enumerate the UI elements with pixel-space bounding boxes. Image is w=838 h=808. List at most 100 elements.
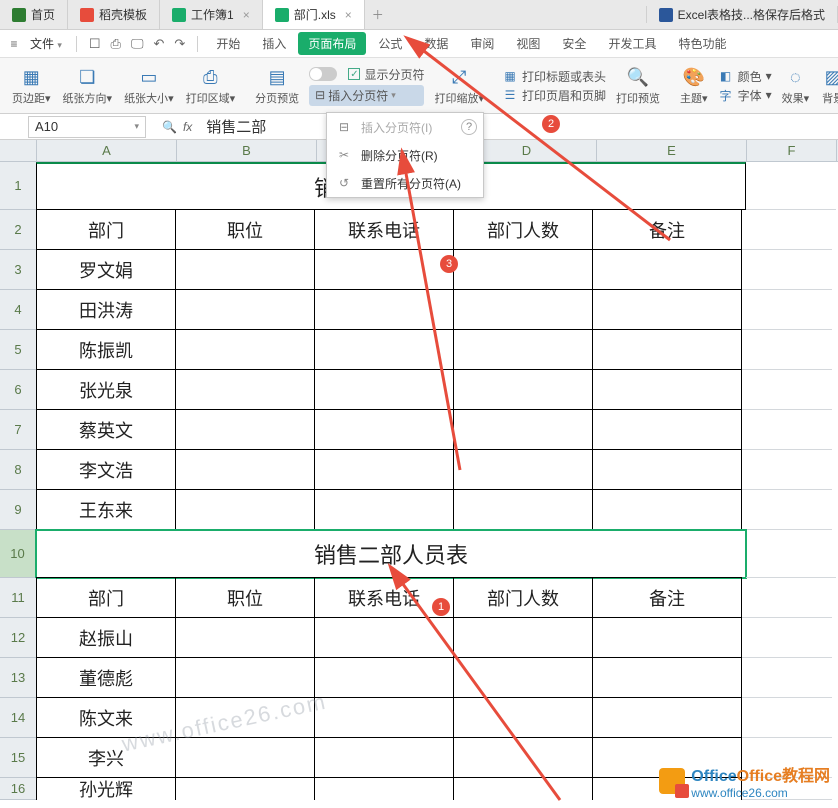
fx-icon[interactable]: fx <box>183 120 192 134</box>
sheet-icon <box>275 8 289 22</box>
btn-theme-color[interactable]: ◧颜色▾ <box>718 68 772 85</box>
btn-theme-font[interactable]: 字字体▾ <box>718 87 772 104</box>
bg-icon: ▨ <box>821 66 838 90</box>
app-menu-icon[interactable]: ≡ <box>6 37 22 51</box>
printpreview-icon: 🔍 <box>626 66 650 90</box>
zoom-icon[interactable]: 🔍 <box>162 120 177 134</box>
margins-icon: ▦ <box>19 66 43 90</box>
row-header[interactable]: 8 <box>0 450 37 490</box>
close-icon[interactable]: × <box>345 8 352 22</box>
dd-delete-break[interactable]: ✂删除分页符(R) <box>327 141 483 169</box>
btn-effects[interactable]: ◌效果▾ <box>776 66 816 106</box>
scale-icon: ⤢ <box>447 66 471 90</box>
qa-save-icon[interactable]: ☐ <box>85 36 105 52</box>
tab-bumen-xls[interactable]: 部门.xls × <box>263 0 365 29</box>
cell-title2[interactable]: 销售二部人员表 <box>36 530 746 578</box>
btn-margins[interactable]: ▦页边距▾ <box>6 66 57 106</box>
delete-break-icon: ✂ <box>335 148 353 162</box>
btn-print-scale[interactable]: ⤢打印缩放▾ <box>428 66 490 106</box>
reset-break-icon: ↺ <box>335 176 353 190</box>
name-box[interactable]: A10▾ <box>28 116 146 138</box>
label-show-break: 显示分页符 <box>364 66 424 83</box>
btn-print-preview[interactable]: 🔍打印预览 <box>610 66 666 106</box>
btn-print-area[interactable]: ⎙打印区域▾ <box>180 66 242 106</box>
break-icon: ⊟ <box>315 88 325 102</box>
row-header[interactable]: 13 <box>0 658 37 698</box>
qa-undo-icon[interactable]: ↶ <box>150 36 169 52</box>
btn-insert-break[interactable]: ⊟插入分页符▾ <box>309 85 424 106</box>
qa-print-icon[interactable]: ⎙ <box>107 36 125 52</box>
tab-label: 首页 <box>31 6 55 23</box>
btn-background[interactable]: ▨背景 <box>815 66 838 106</box>
row-header[interactable]: 6 <box>0 370 37 410</box>
row-header-selected[interactable]: 10 <box>0 530 37 578</box>
btn-theme[interactable]: 🎨主题▾ <box>674 66 714 106</box>
row-header[interactable]: 5 <box>0 330 37 370</box>
dd-reset-break[interactable]: ↺重置所有分页符(A) <box>327 169 483 197</box>
menu-insert[interactable]: 插入 <box>252 30 296 57</box>
orientation-icon: ❏ <box>75 66 99 90</box>
row-header[interactable]: 11 <box>0 578 37 618</box>
tab-label: 部门.xls <box>294 6 336 23</box>
annotation-badge-1: 1 <box>432 598 450 616</box>
tab-excel-tip[interactable]: Excel表格技...格保存后格式 <box>646 6 838 23</box>
effects-icon: ◌ <box>783 66 807 90</box>
excel-icon <box>659 8 673 22</box>
menu-devtools[interactable]: 开发工具 <box>598 30 666 57</box>
col-header-b[interactable]: B <box>177 140 317 161</box>
menu-data[interactable]: 数据 <box>414 30 458 57</box>
row-header[interactable]: 1 <box>0 162 37 210</box>
logo-url: www.office26.com <box>691 786 830 800</box>
btn-header-footer[interactable]: ☰打印页眉和页脚 <box>502 87 606 104</box>
select-all-corner[interactable] <box>0 140 37 161</box>
menu-bar: ≡ 文件 ▾ ☐ ⎙ 🖵 ↶ ↷ 开始 插入 页面布局 公式 数据 审阅 视图 … <box>0 30 838 58</box>
row-header[interactable]: 3 <box>0 250 37 290</box>
btn-paper-size[interactable]: ▭纸张大小▾ <box>118 66 180 106</box>
row-header[interactable]: 9 <box>0 490 37 530</box>
checkbox-show-break[interactable]: ✓ <box>348 68 360 80</box>
menu-view[interactable]: 视图 <box>506 30 550 57</box>
switch-unknown[interactable] <box>309 67 337 81</box>
menu-formula[interactable]: 公式 <box>368 30 412 57</box>
btn-page-preview[interactable]: ▤分页预览 <box>249 66 305 106</box>
home-icon <box>12 8 26 22</box>
menu-security[interactable]: 安全 <box>552 30 596 57</box>
row-header[interactable]: 12 <box>0 618 37 658</box>
col-header-f[interactable]: F <box>747 140 837 161</box>
col-header-e[interactable]: E <box>597 140 747 161</box>
row-header[interactable]: 14 <box>0 698 37 738</box>
printarea-icon: ⎙ <box>198 66 222 90</box>
annotation-badge-2: 2 <box>542 115 560 133</box>
logo-icon <box>659 768 685 794</box>
menu-review[interactable]: 审阅 <box>460 30 504 57</box>
tab-workbook1[interactable]: 工作簿1× <box>160 0 263 29</box>
help-icon[interactable]: ? <box>461 119 477 135</box>
close-icon[interactable]: × <box>243 8 250 22</box>
document-tabs: 首页 稻壳模板 工作簿1× 部门.xls × ＋ Excel表格技...格保存后格… <box>0 0 838 30</box>
btn-orientation[interactable]: ❏纸张方向▾ <box>57 66 119 106</box>
qa-preview-icon[interactable]: 🖵 <box>127 36 148 52</box>
tab-label: 稻壳模板 <box>99 6 147 23</box>
spreadsheet-grid: 1销售一部人员表 2部门职位联系电话部门人数备注 3罗文娟 4田洪涛 5陈振凯 … <box>0 162 838 800</box>
row-header[interactable]: 2 <box>0 210 37 250</box>
annotation-badge-3: 3 <box>440 255 458 273</box>
new-tab-button[interactable]: ＋ <box>365 0 391 29</box>
row-header[interactable]: 15 <box>0 738 37 778</box>
menu-page-layout[interactable]: 页面布局 <box>298 32 366 55</box>
row-header[interactable]: 4 <box>0 290 37 330</box>
dd-insert-break[interactable]: ⊟插入分页符(I) <box>327 113 483 141</box>
tab-docer[interactable]: 稻壳模板 <box>68 0 160 29</box>
menu-start[interactable]: 开始 <box>206 30 250 57</box>
file-menu[interactable]: 文件 ▾ <box>24 35 68 52</box>
site-logo: OfficeOffice教程网 www.office26.com <box>659 762 830 800</box>
menu-features[interactable]: 特色功能 <box>668 30 736 57</box>
formula-input[interactable]: 销售二部 <box>200 116 838 137</box>
color-icon: ◧ <box>718 68 734 84</box>
qa-redo-icon[interactable]: ↷ <box>170 36 189 52</box>
titles-icon: ▦ <box>502 68 518 84</box>
btn-print-titles[interactable]: ▦打印标题或表头 <box>502 68 606 85</box>
col-header-a[interactable]: A <box>37 140 177 161</box>
tab-home[interactable]: 首页 <box>0 0 68 29</box>
row-header[interactable]: 16 <box>0 778 37 800</box>
row-header[interactable]: 7 <box>0 410 37 450</box>
